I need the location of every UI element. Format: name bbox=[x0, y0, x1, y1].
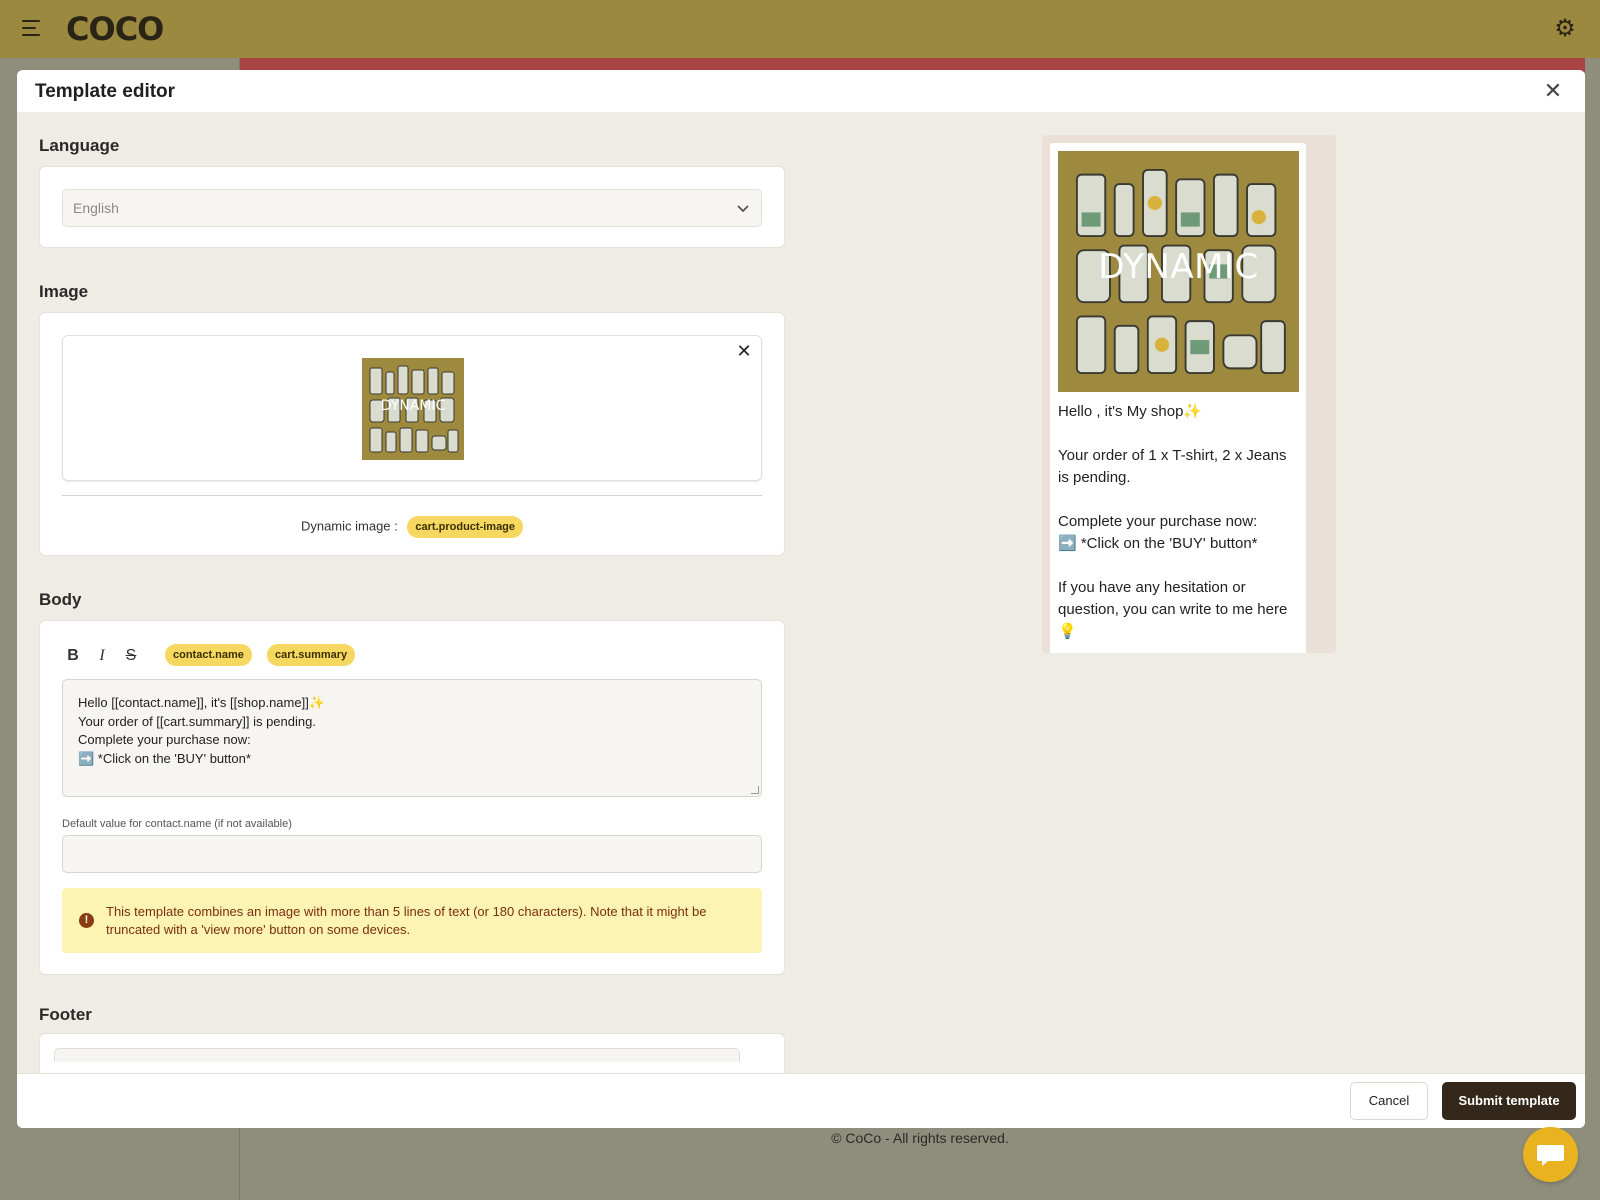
divider bbox=[62, 495, 762, 496]
body-textarea[interactable]: Hello [[contact.name]], it's [[shop.name… bbox=[62, 679, 762, 797]
modal-footer: Cancel Submit template bbox=[17, 1073, 1585, 1128]
preview-line bbox=[1058, 423, 1298, 445]
body-line: Your order of [[cart.summary]] is pendin… bbox=[78, 713, 316, 729]
strikethrough-button[interactable]: S bbox=[120, 643, 142, 669]
template-editor-modal: Template editor ✕ Language English Image… bbox=[17, 70, 1585, 1128]
language-label: Language bbox=[39, 136, 120, 155]
gear-icon[interactable]: ⚙ bbox=[1552, 16, 1578, 42]
bold-button[interactable]: B bbox=[62, 643, 84, 669]
modal-title: Template editor bbox=[35, 81, 176, 102]
dynamic-image-label: Dynamic image : bbox=[300, 518, 398, 534]
thumbnail-label: DYNAMIC bbox=[380, 398, 446, 414]
warning-text: This template combines an image with mor… bbox=[106, 904, 707, 937]
hamburger-icon[interactable] bbox=[22, 20, 40, 36]
dynamic-image-chip[interactable]: cart.product-image bbox=[407, 516, 524, 538]
message-preview: DYNAMIC Hello , it's My shop✨ Your order… bbox=[1042, 135, 1336, 653]
language-value: English bbox=[73, 200, 119, 216]
length-warning: ! This template combines an image with m… bbox=[62, 888, 762, 953]
preview-line: If you have any hesitation or question, … bbox=[1058, 579, 1288, 640]
preview-line: Hello , it's My shop✨ bbox=[1058, 403, 1203, 420]
dynamic-image-row: Dynamic image : cart.product-image bbox=[62, 516, 762, 538]
copyright-footer: © CoCo - All rights reserved. bbox=[831, 1130, 1009, 1146]
preview-line: ➡️ *Click on the 'BUY' button* bbox=[1058, 535, 1258, 552]
preview-line bbox=[1058, 555, 1298, 577]
app-logo: COCO bbox=[66, 10, 164, 48]
variable-chip-contact-name[interactable]: contact.name bbox=[165, 644, 252, 666]
preview-line bbox=[1058, 489, 1298, 511]
preview-image-label: DYNAMIC bbox=[1098, 247, 1259, 287]
preview-line: Your order of 1 x T-shirt, 2 x Jeans is … bbox=[1058, 447, 1287, 486]
chat-glyph bbox=[1537, 1145, 1564, 1166]
remove-image-icon[interactable]: ✕ bbox=[735, 342, 753, 360]
default-value-label: Default value for contact.name (if not a… bbox=[62, 818, 292, 830]
close-icon[interactable]: ✕ bbox=[1541, 79, 1565, 103]
italic-button[interactable]: I bbox=[91, 643, 113, 669]
variable-chip-cart-summary[interactable]: cart.summary bbox=[267, 644, 356, 666]
preview-text: Hello , it's My shop✨ Your order of 1 x … bbox=[1058, 401, 1298, 643]
cancel-button[interactable]: Cancel bbox=[1350, 1082, 1428, 1120]
image-thumbnail: DYNAMIC bbox=[362, 358, 464, 460]
body-line: Complete your purchase now: bbox=[78, 732, 251, 747]
image-card: DYNAMIC ✕ Dynamic image : cart.product-i… bbox=[39, 312, 785, 556]
footer-input[interactable] bbox=[54, 1048, 740, 1062]
body-line: Hello [[contact.name]], it's [[shop.name… bbox=[78, 695, 325, 710]
alert-circle-icon: ! bbox=[79, 913, 94, 928]
language-card: English bbox=[39, 166, 785, 248]
body-card: B I S contact.name cart.summary Hello [[… bbox=[39, 620, 785, 975]
body-label: Body bbox=[39, 590, 82, 609]
chevron-down-icon bbox=[737, 205, 749, 213]
image-dropzone[interactable]: DYNAMIC ✕ bbox=[62, 335, 762, 481]
body-line: ➡️ *Click on the 'BUY' button* bbox=[78, 750, 251, 766]
language-select[interactable]: English bbox=[62, 189, 762, 227]
footer-label: Footer bbox=[39, 1005, 92, 1024]
preview-image: DYNAMIC bbox=[1058, 151, 1299, 392]
format-toolbar: B I S contact.name cart.summary bbox=[62, 643, 762, 669]
preview-line: Complete your purchase now: bbox=[1058, 513, 1258, 530]
resize-handle[interactable] bbox=[751, 786, 759, 794]
modal-header: Template editor ✕ bbox=[17, 70, 1585, 112]
image-label: Image bbox=[39, 282, 89, 301]
default-value-input[interactable] bbox=[62, 835, 762, 873]
top-bar: COCO ⚙ bbox=[0, 0, 1600, 58]
submit-template-button[interactable]: Submit template bbox=[1442, 1082, 1576, 1120]
preview-bubble: DYNAMIC Hello , it's My shop✨ Your order… bbox=[1050, 143, 1306, 653]
chat-icon[interactable] bbox=[1523, 1127, 1578, 1182]
